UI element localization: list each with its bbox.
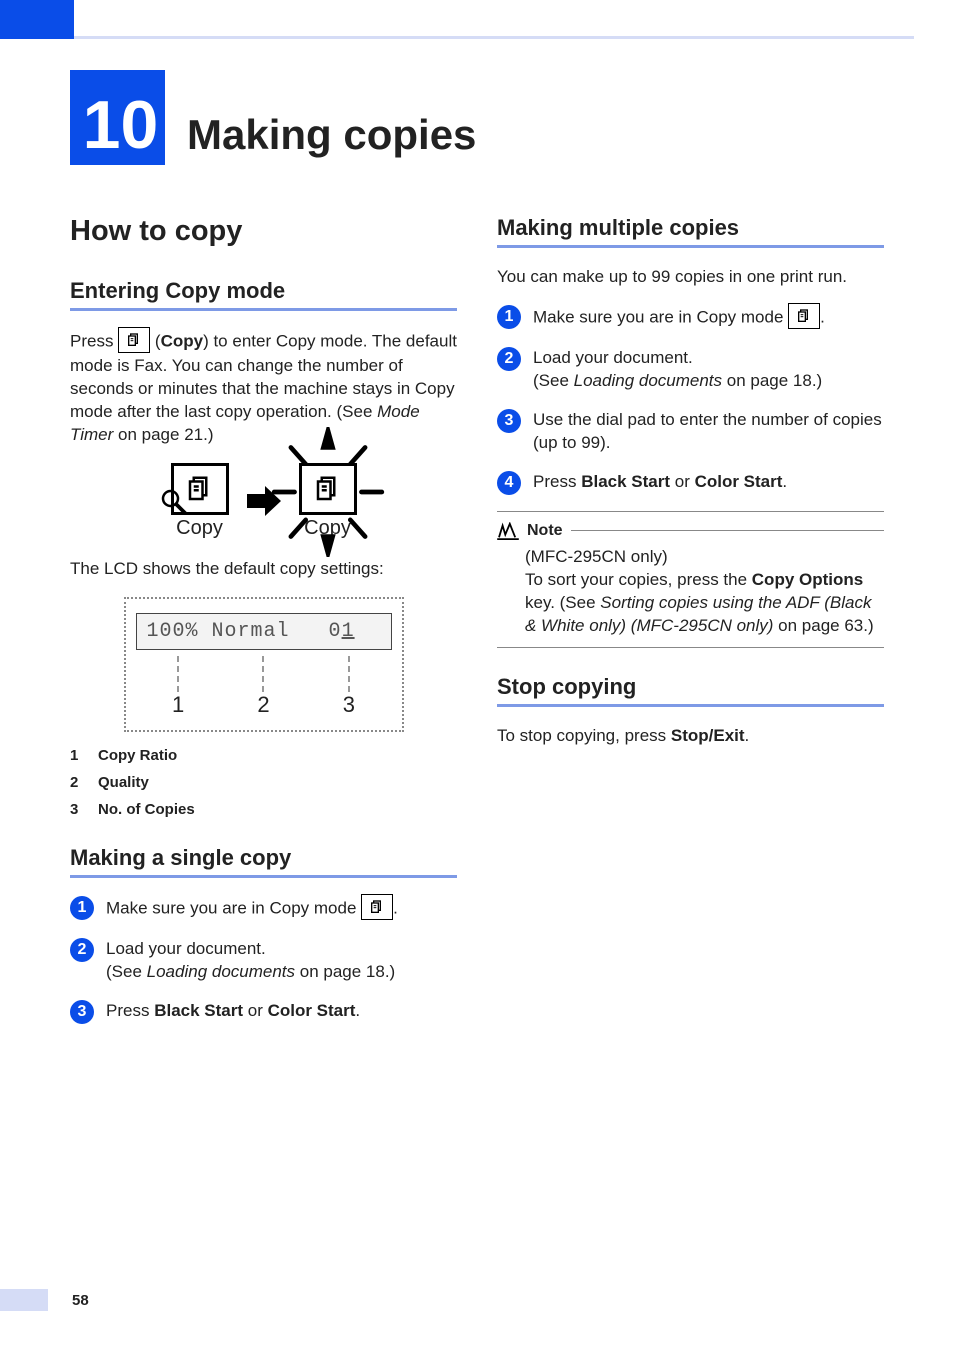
note-box: Note (MFC-295CN only) To sort your copie… — [497, 511, 884, 649]
chapter-title: Making copies — [187, 111, 476, 159]
step-number: 2 — [70, 938, 94, 962]
chapter-number: 10 — [70, 70, 165, 165]
copy-key-icon — [788, 303, 820, 329]
entering-para: Press (Copy) to enter Copy mode. The def… — [70, 329, 457, 447]
key-caption: Copy — [304, 517, 351, 540]
lcd-intro: The LCD shows the default copy settings: — [70, 558, 457, 581]
lcd-legend: 1Copy Ratio 2Quality 3No. of Copies — [70, 742, 457, 823]
sub-heading-entering-copy-mode: Entering Copy mode — [70, 278, 457, 304]
copy-key-unlit — [171, 463, 229, 515]
step-1: 1 Make sure you are in Copy mode . — [70, 896, 457, 922]
heading-rule — [70, 875, 457, 878]
chapter-heading: 10 Making copies — [0, 50, 954, 165]
copy-key-icon — [361, 894, 393, 920]
step-3: 3 Use the dial pad to enter the number o… — [497, 409, 884, 455]
section-heading-how-to-copy: How to copy — [70, 215, 457, 248]
key-caption: Copy — [176, 517, 223, 540]
header-color-tab — [0, 0, 74, 39]
callout-3: 3 — [306, 692, 391, 718]
copy-key-lit — [299, 463, 357, 515]
multiple-intro: You can make up to 99 copies in one prin… — [497, 266, 884, 289]
heading-rule — [497, 704, 884, 707]
step-2: 2 Load your document. (See Loading docum… — [497, 347, 884, 393]
note-label: Note — [527, 522, 563, 540]
callout-1: 1 — [136, 692, 221, 718]
step-number: 3 — [70, 1000, 94, 1024]
left-column: How to copy Entering Copy mode Press (Co… — [70, 215, 457, 1040]
footer-color-tab — [0, 1289, 48, 1311]
heading-rule — [497, 245, 884, 248]
sub-heading-single-copy: Making a single copy — [70, 845, 457, 871]
step-number: 2 — [497, 347, 521, 371]
heading-rule — [70, 308, 457, 311]
callout-2: 2 — [221, 692, 306, 718]
page-number: 58 — [72, 1292, 89, 1309]
step-1: 1 Make sure you are in Copy mode . — [497, 305, 884, 331]
sub-heading-multiple-copies: Making multiple copies — [497, 215, 884, 241]
page-footer: 58 — [0, 1289, 89, 1311]
note-icon — [497, 522, 519, 540]
copy-key-icon — [118, 327, 150, 353]
arrow-right-icon — [247, 486, 281, 516]
sub-heading-stop-copying: Stop copying — [497, 674, 884, 700]
press-indicator-icon — [158, 486, 188, 516]
step-4: 4 Press Black Start or Color Start. — [497, 471, 884, 495]
header-bar — [0, 0, 954, 50]
copy-mode-diagram: Copy — [70, 463, 457, 540]
lcd-panel: 100% Normal 01 1 2 3 — [124, 597, 404, 732]
step-number: 3 — [497, 409, 521, 433]
step-3: 3 Press Black Start or Color Start. — [70, 1000, 457, 1024]
step-number: 1 — [497, 305, 521, 329]
right-column: Making multiple copies You can make up t… — [497, 215, 884, 1040]
lcd-line: 100% Normal 01 — [136, 613, 392, 650]
stop-text: To stop copying, press Stop/Exit. — [497, 725, 884, 748]
step-2: 2 Load your document. (See Loading docum… — [70, 938, 457, 984]
step-number: 4 — [497, 471, 521, 495]
step-number: 1 — [70, 896, 94, 920]
